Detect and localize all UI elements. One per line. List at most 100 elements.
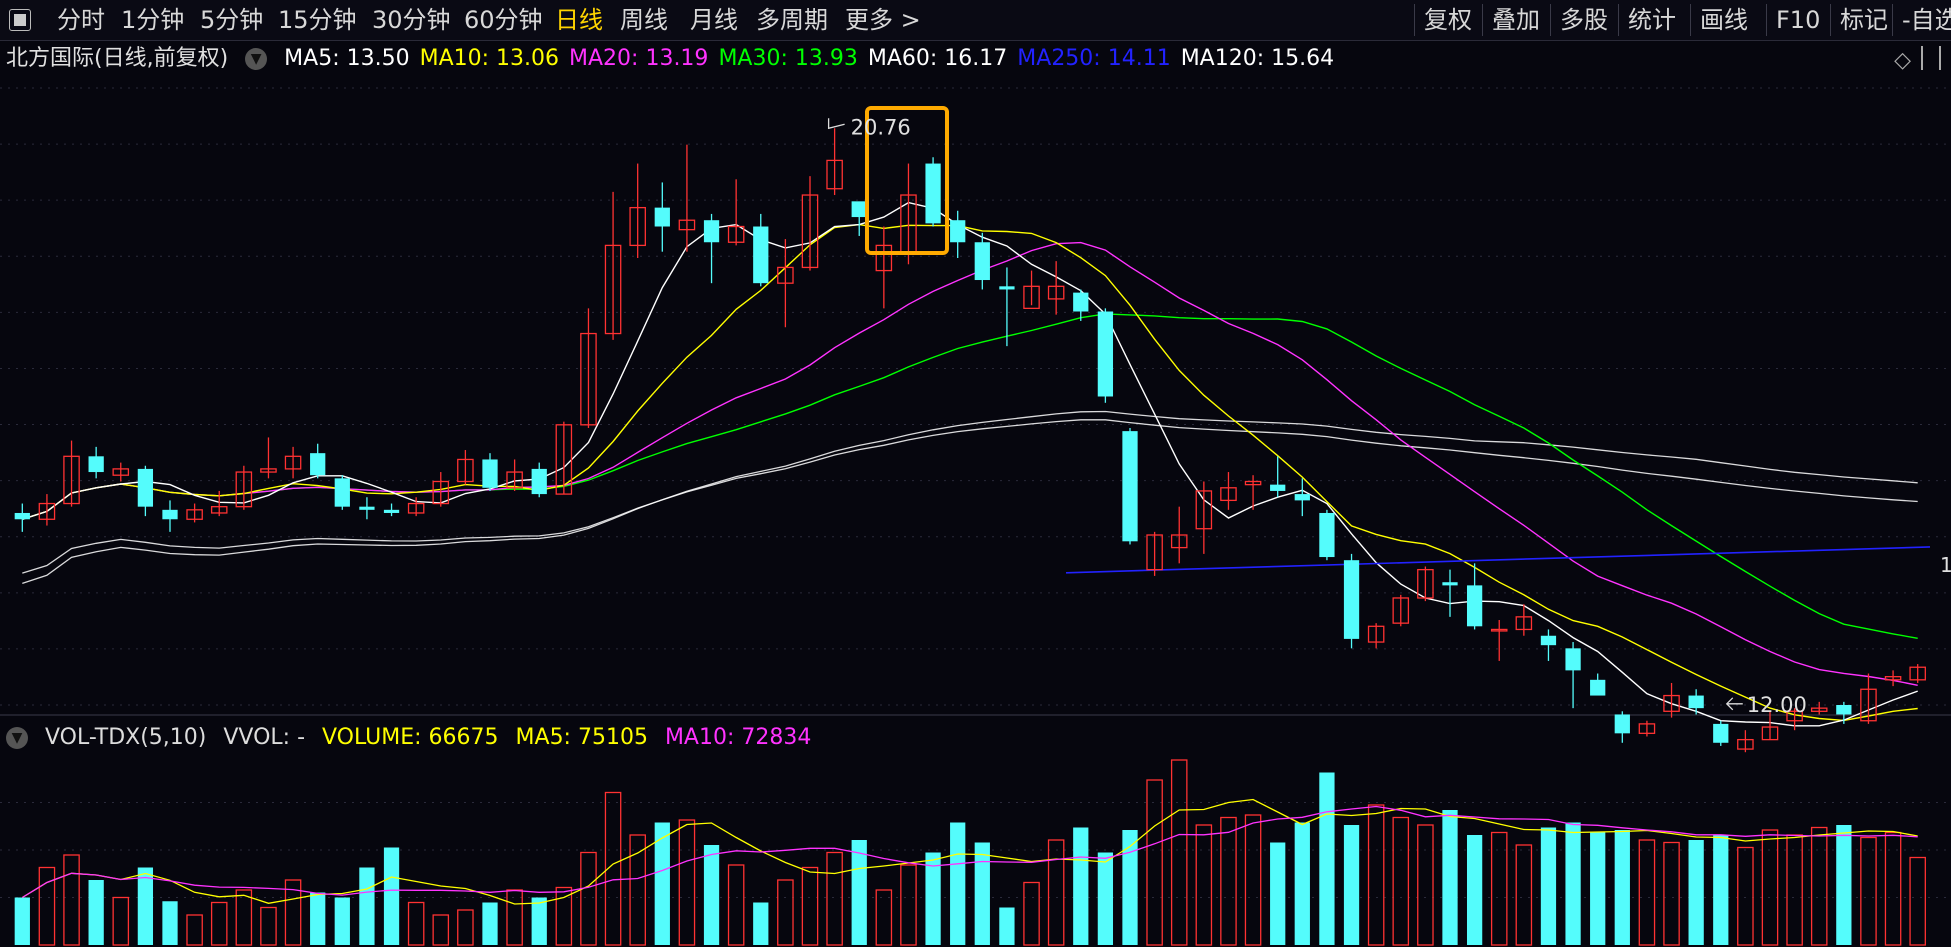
volume-bar [260, 906, 277, 946]
volume-bar [88, 880, 104, 945]
candle-body [1122, 431, 1138, 542]
volume-bar [999, 907, 1015, 945]
candle-body [162, 509, 178, 520]
volume-bar [14, 897, 30, 945]
volume-bar [1195, 824, 1213, 946]
ma10-line [22, 223, 1918, 722]
volume-bar [1023, 881, 1040, 946]
volume-bar [1638, 839, 1656, 946]
candle-body [383, 509, 400, 513]
volume-bar [1761, 829, 1779, 946]
volume-bar [359, 867, 375, 945]
ma60-line [22, 410, 1918, 585]
volume-bar [875, 889, 893, 946]
volume-bar [826, 851, 843, 946]
candle-body [1565, 648, 1581, 671]
candle-body [1614, 714, 1630, 734]
volume-bar [1884, 831, 1902, 946]
volume-bar [334, 897, 350, 945]
volume-bar [1319, 772, 1335, 945]
volume-bar [1417, 824, 1434, 946]
candle-body [654, 207, 670, 227]
volume-bar [629, 834, 646, 946]
candle-body [1073, 292, 1089, 312]
volume-bar [310, 892, 326, 945]
volume-bar [1614, 830, 1630, 945]
candle-body [999, 286, 1015, 290]
volume-bar [1343, 825, 1360, 945]
candle-body [950, 220, 966, 243]
candle-body [753, 226, 769, 284]
candle-body [1540, 635, 1557, 646]
volume-bar [1663, 841, 1680, 946]
candle-body [482, 459, 498, 488]
volume-bar [900, 864, 917, 946]
volume-bar [1860, 836, 1877, 946]
volume-bar [210, 901, 228, 946]
volume-bar [703, 845, 720, 945]
volume-bar [1466, 835, 1483, 945]
volume-bar [1909, 856, 1926, 946]
candle-body [359, 506, 375, 510]
candle-body [1270, 484, 1286, 491]
volume-bar [1294, 822, 1310, 945]
volume-bar [801, 866, 819, 946]
volume-bar [974, 842, 990, 945]
volume-bar [383, 847, 400, 945]
candle-body [974, 242, 990, 281]
volume-bar [162, 901, 178, 945]
volume-bar [1515, 844, 1533, 946]
ma20-line [22, 241, 1918, 686]
volume-bar [1713, 835, 1729, 945]
volume-bar [753, 902, 769, 945]
volume-bar [580, 851, 597, 946]
volume-bar [1220, 816, 1237, 946]
volume-bar [63, 854, 80, 946]
volume-bar [407, 901, 425, 946]
candle-body [1294, 494, 1310, 501]
candle-body [334, 478, 350, 507]
volume-bar [1810, 826, 1828, 946]
candle-body [851, 201, 867, 218]
volume-bar [1170, 759, 1188, 946]
candle-body [1590, 679, 1606, 696]
volume-bar [555, 886, 573, 946]
candle-body [703, 220, 720, 243]
volume-bar [457, 909, 474, 946]
kline-chart[interactable]: 20.76 12.00 1 [0, 0, 1951, 947]
volume-bar [235, 889, 253, 946]
volume-bar [1392, 816, 1410, 946]
vol-ma10-line [21, 805, 1918, 899]
candle-body [1097, 311, 1114, 397]
candle-body [14, 512, 30, 520]
volume-bar [1270, 842, 1286, 945]
volume-bar [1688, 840, 1704, 945]
candle-body [1836, 705, 1852, 715]
candle-body [1688, 695, 1704, 709]
volume-bar [727, 864, 745, 946]
candle-body [1343, 560, 1360, 639]
low-label: 12.00 [1747, 693, 1807, 717]
volume-bar [186, 914, 203, 946]
volume-bar [1146, 779, 1163, 946]
low-pointer [1725, 697, 1743, 711]
volume-bar [851, 840, 867, 945]
volume-bar [1367, 804, 1385, 946]
volume-bar [1836, 825, 1852, 945]
volume-bar [506, 889, 523, 946]
volume-bar [38, 866, 56, 946]
candle-body [1442, 582, 1458, 586]
volume-bar [1490, 831, 1508, 946]
volume-bar [432, 914, 450, 946]
volume-bar [531, 897, 547, 945]
candle-body [310, 453, 326, 476]
volume-bar [950, 822, 966, 945]
high-pointer [827, 118, 845, 130]
volume-bar [1737, 846, 1754, 946]
vol-ma5-line [21, 798, 1918, 905]
volume-bar [482, 902, 498, 945]
volume-bar [112, 896, 130, 946]
volume-bar [678, 819, 696, 946]
volume-bar [1073, 827, 1089, 945]
candle-body [925, 163, 941, 224]
